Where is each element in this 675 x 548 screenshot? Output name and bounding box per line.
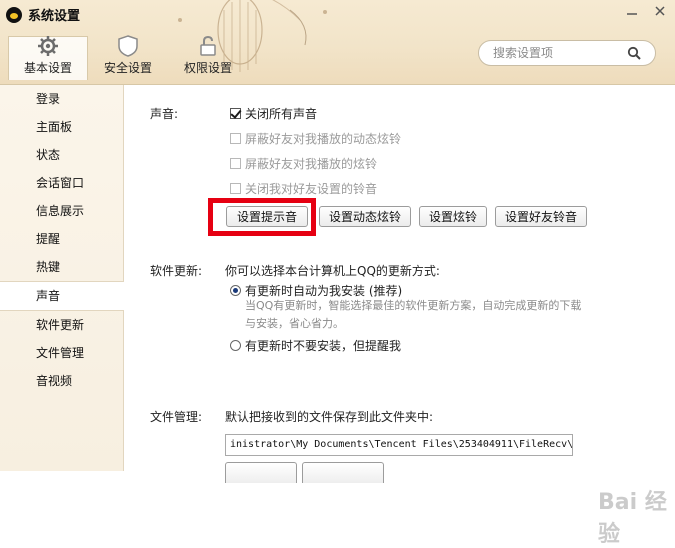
remind-only-option[interactable]: 有更新时不要安装，但提醒我	[230, 337, 401, 354]
checkbox-label: 关闭所有声音	[245, 107, 318, 121]
save-folder-path-field[interactable]: inistrator\My Documents\Tencent Files\25…	[225, 434, 573, 456]
sidebar-item-audio-video[interactable]: 音视频	[0, 367, 123, 395]
radio-button[interactable]	[230, 285, 241, 296]
block-dynamic-ringtone-option[interactable]: 屏蔽好友对我播放的动态炫铃	[230, 130, 401, 147]
close-icon[interactable]	[651, 4, 669, 18]
tab-label: 权限设置	[183, 61, 232, 75]
search-box	[478, 40, 656, 66]
block-ringtone-option[interactable]: 屏蔽好友对我播放的炫铃	[230, 155, 377, 172]
radio-label: 有更新时不要安装，但提醒我	[245, 339, 402, 353]
tab-permission-settings[interactable]: 权限设置	[168, 35, 248, 80]
update-section-label: 软件更新:	[150, 264, 203, 278]
sidebar-item-info-display[interactable]: 信息展示	[0, 197, 123, 225]
tab-security-settings[interactable]: 安全设置	[88, 35, 168, 80]
sidebar-item-hotkeys[interactable]: 热键	[0, 253, 123, 281]
sidebar-item-software-update[interactable]: 软件更新	[0, 311, 123, 339]
disable-friend-ringtone-option[interactable]: 关闭我对好友设置的铃音	[230, 180, 377, 197]
checkbox[interactable]	[230, 108, 241, 119]
sidebar-item-file-management[interactable]: 文件管理	[0, 339, 123, 367]
baidu-watermark: Bai 经验	[598, 490, 667, 547]
qq-penguin-icon	[6, 6, 22, 23]
checkbox-label: 屏蔽好友对我播放的动态炫铃	[245, 132, 402, 146]
settings-content: 声音: 关闭所有声音 屏蔽好友对我播放的动态炫铃 屏蔽好友对我播放的炫铃 关闭我…	[124, 85, 675, 547]
set-dynamic-ringtone-button[interactable]: 设置动态炫铃	[319, 206, 411, 227]
settings-sidebar: 登录 主面板 状态 会话窗口 信息展示 提醒 热键 声音 软件更新 文件管理 音…	[0, 85, 124, 471]
minimize-icon[interactable]	[623, 4, 641, 18]
window-header: 系统设置 基本设置 安全设置 权限设置 搜索设置项	[0, 0, 675, 85]
window-title: 系统设置	[28, 9, 81, 24]
sound-section-label: 声音:	[150, 107, 179, 121]
settings-tabs: 基本设置 安全设置 权限设置	[8, 35, 248, 80]
lock-icon	[195, 35, 221, 57]
search-icon[interactable]	[627, 46, 641, 63]
tab-basic-settings[interactable]: 基本设置	[8, 36, 88, 80]
set-friend-ringtone-button[interactable]: 设置好友铃音	[495, 206, 587, 227]
title-bar: 系统设置	[6, 5, 80, 24]
sidebar-item-login[interactable]: 登录	[0, 85, 123, 113]
highlight-box	[208, 198, 316, 236]
folder-button-partial[interactable]	[225, 462, 297, 483]
auto-install-description: 当QQ有更新时，智能选择最佳的软件更新方案，自动完成更新的下载 与安装，省心省力…	[245, 297, 581, 333]
sidebar-item-chat-window[interactable]: 会话窗口	[0, 169, 123, 197]
sidebar-item-main-panel[interactable]: 主面板	[0, 113, 123, 141]
gear-icon	[35, 35, 61, 57]
tab-label: 基本设置	[23, 61, 72, 75]
file-intro-text: 默认把接收到的文件保存到此文件夹中:	[225, 410, 434, 424]
description-line: 与安装，省心省力。	[245, 317, 344, 330]
checkbox[interactable]	[230, 183, 241, 194]
search-input[interactable]	[491, 45, 625, 61]
close-all-sounds-option[interactable]: 关闭所有声音	[230, 105, 317, 122]
sidebar-item-status[interactable]: 状态	[0, 141, 123, 169]
window-controls	[623, 4, 669, 18]
set-ringtone-button[interactable]: 设置炫铃	[419, 206, 487, 227]
sidebar-item-sound[interactable]: 声音	[0, 281, 124, 311]
file-section-label: 文件管理:	[150, 410, 203, 424]
radio-button[interactable]	[230, 340, 241, 351]
shield-icon	[115, 35, 141, 57]
tab-label: 安全设置	[103, 61, 152, 75]
open-folder-button-partial[interactable]	[302, 462, 384, 483]
description-line: 当QQ有更新时，智能选择最佳的软件更新方案，自动完成更新的下载	[245, 299, 582, 312]
checkbox-label: 屏蔽好友对我播放的炫铃	[245, 157, 378, 171]
checkbox-label: 关闭我对好友设置的铃音	[245, 182, 378, 196]
checkbox[interactable]	[230, 158, 241, 169]
update-intro-text: 你可以选择本台计算机上QQ的更新方式:	[225, 264, 440, 278]
checkbox[interactable]	[230, 133, 241, 144]
sidebar-item-reminder[interactable]: 提醒	[0, 225, 123, 253]
